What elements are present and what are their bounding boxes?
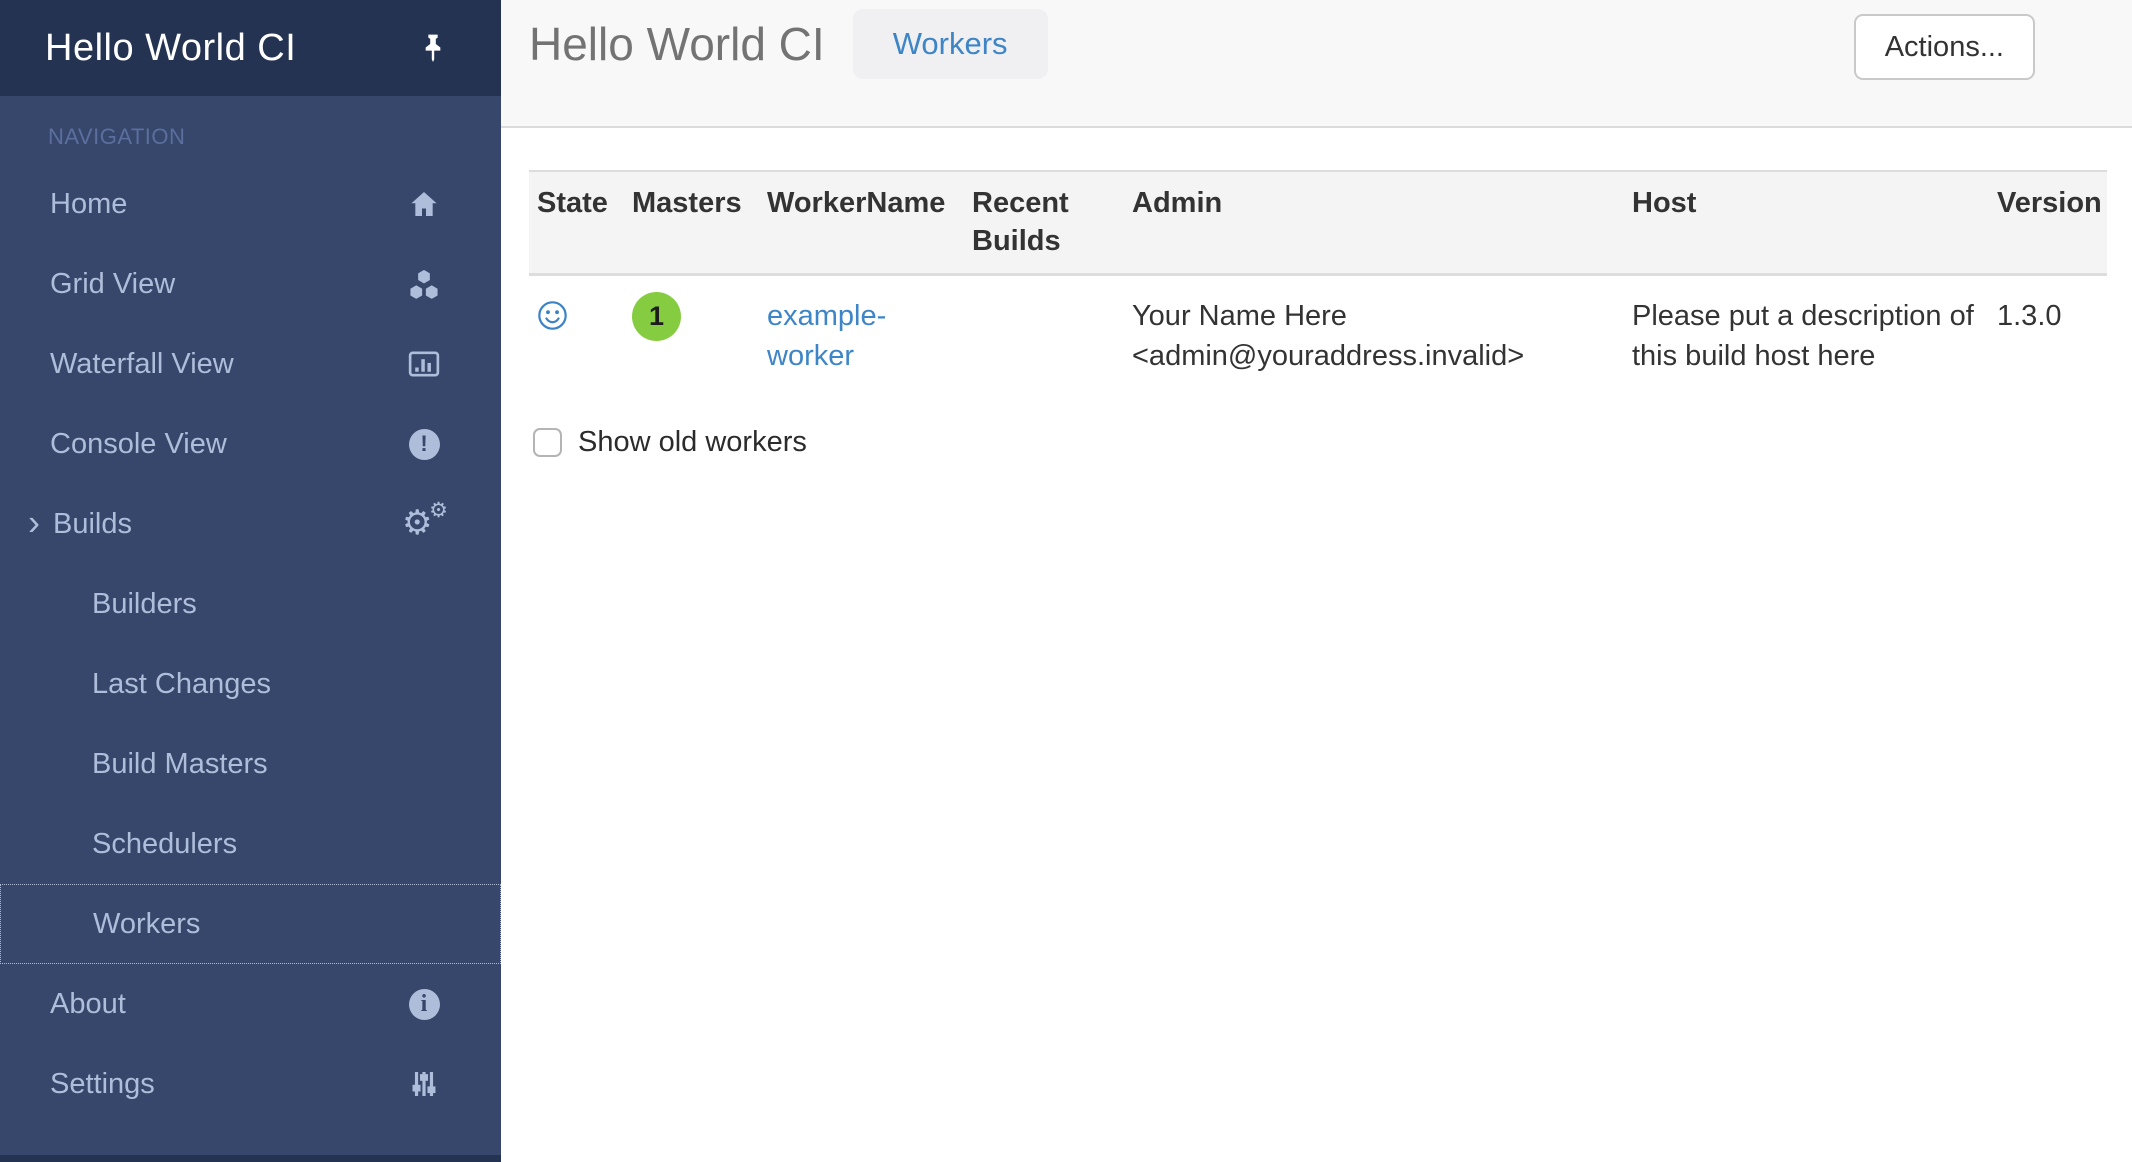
masters-count-badge: 1: [632, 292, 681, 341]
sidebar-item-settings[interactable]: Settings: [0, 1044, 501, 1124]
sidebar-item-build-masters[interactable]: Build Masters: [0, 724, 501, 804]
worker-admin: Your Name Here <admin@youraddress.invali…: [1124, 274, 1624, 396]
chevron-right-icon[interactable]: ›: [28, 505, 40, 541]
recent-builds-cell: [964, 274, 1124, 396]
show-old-workers: Show old workers: [529, 426, 2107, 459]
sidebar: Hello World CI NAVIGATION Home Grid View: [0, 0, 501, 1162]
sidebar-item-builders[interactable]: Builders: [0, 564, 501, 644]
home-icon: [402, 188, 446, 220]
sidebar-item-about[interactable]: About i: [0, 964, 501, 1044]
col-masters: Masters: [624, 171, 759, 274]
pin-icon[interactable]: [417, 32, 449, 64]
smiley-icon: [537, 300, 614, 331]
sidebar-item-home[interactable]: Home: [0, 164, 501, 244]
sidebar-app-title[interactable]: Hello World CI: [45, 27, 296, 70]
actions-button[interactable]: Actions...: [1854, 14, 2035, 80]
sidebar-nav: Home Grid View: [0, 164, 501, 1124]
col-workername: WorkerName: [759, 171, 964, 274]
col-recent-builds: Recent Builds: [964, 171, 1124, 274]
show-old-workers-checkbox[interactable]: [533, 428, 562, 457]
navigation-section-label: NAVIGATION: [48, 124, 501, 150]
sidebar-footer-strip: [0, 1155, 501, 1162]
sidebar-item-console-view[interactable]: Console View !: [0, 404, 501, 484]
cogs-icon: ⚙⚙: [402, 504, 446, 544]
sidebar-item-last-changes[interactable]: Last Changes: [0, 644, 501, 724]
bar-chart-icon: [402, 348, 446, 380]
exclamation-circle-icon: !: [402, 429, 446, 460]
worker-table-row: 1 example-worker Your Name Here <admin@y…: [529, 274, 2107, 396]
show-old-workers-label: Show old workers: [578, 426, 807, 459]
info-circle-icon: i: [402, 989, 446, 1020]
main-area: Hello World CI Workers Actions... State …: [501, 0, 2132, 1162]
col-version: Version: [1989, 171, 2107, 274]
workers-content: State Masters WorkerName Recent Builds A…: [501, 128, 2132, 459]
col-admin: Admin: [1124, 171, 1624, 274]
worker-name-link[interactable]: example-worker: [767, 296, 939, 376]
sidebar-item-grid-view[interactable]: Grid View: [0, 244, 501, 324]
worker-version: 1.3.0: [1989, 274, 2107, 396]
sidebar-item-builds[interactable]: › Builds ⚙⚙: [0, 484, 501, 564]
sliders-icon: [402, 1068, 446, 1100]
workers-table: State Masters WorkerName Recent Builds A…: [529, 170, 2107, 396]
buildbot-app: Hello World CI NAVIGATION Home Grid View: [0, 0, 2132, 1162]
sidebar-header: Hello World CI: [0, 0, 501, 96]
sidebar-item-waterfall-view[interactable]: Waterfall View: [0, 324, 501, 404]
col-state: State: [529, 171, 624, 274]
sidebar-item-schedulers[interactable]: Schedulers: [0, 804, 501, 884]
worker-host: Please put a description of this build h…: [1624, 274, 1989, 396]
main-header: Hello World CI Workers Actions...: [501, 0, 2132, 128]
table-header-row: State Masters WorkerName Recent Builds A…: [529, 171, 2107, 274]
breadcrumb-workers[interactable]: Workers: [853, 9, 1048, 79]
sidebar-item-workers[interactable]: Workers: [0, 884, 501, 964]
cubes-icon: [402, 267, 446, 301]
col-host: Host: [1624, 171, 1989, 274]
page-title: Hello World CI: [529, 9, 825, 79]
